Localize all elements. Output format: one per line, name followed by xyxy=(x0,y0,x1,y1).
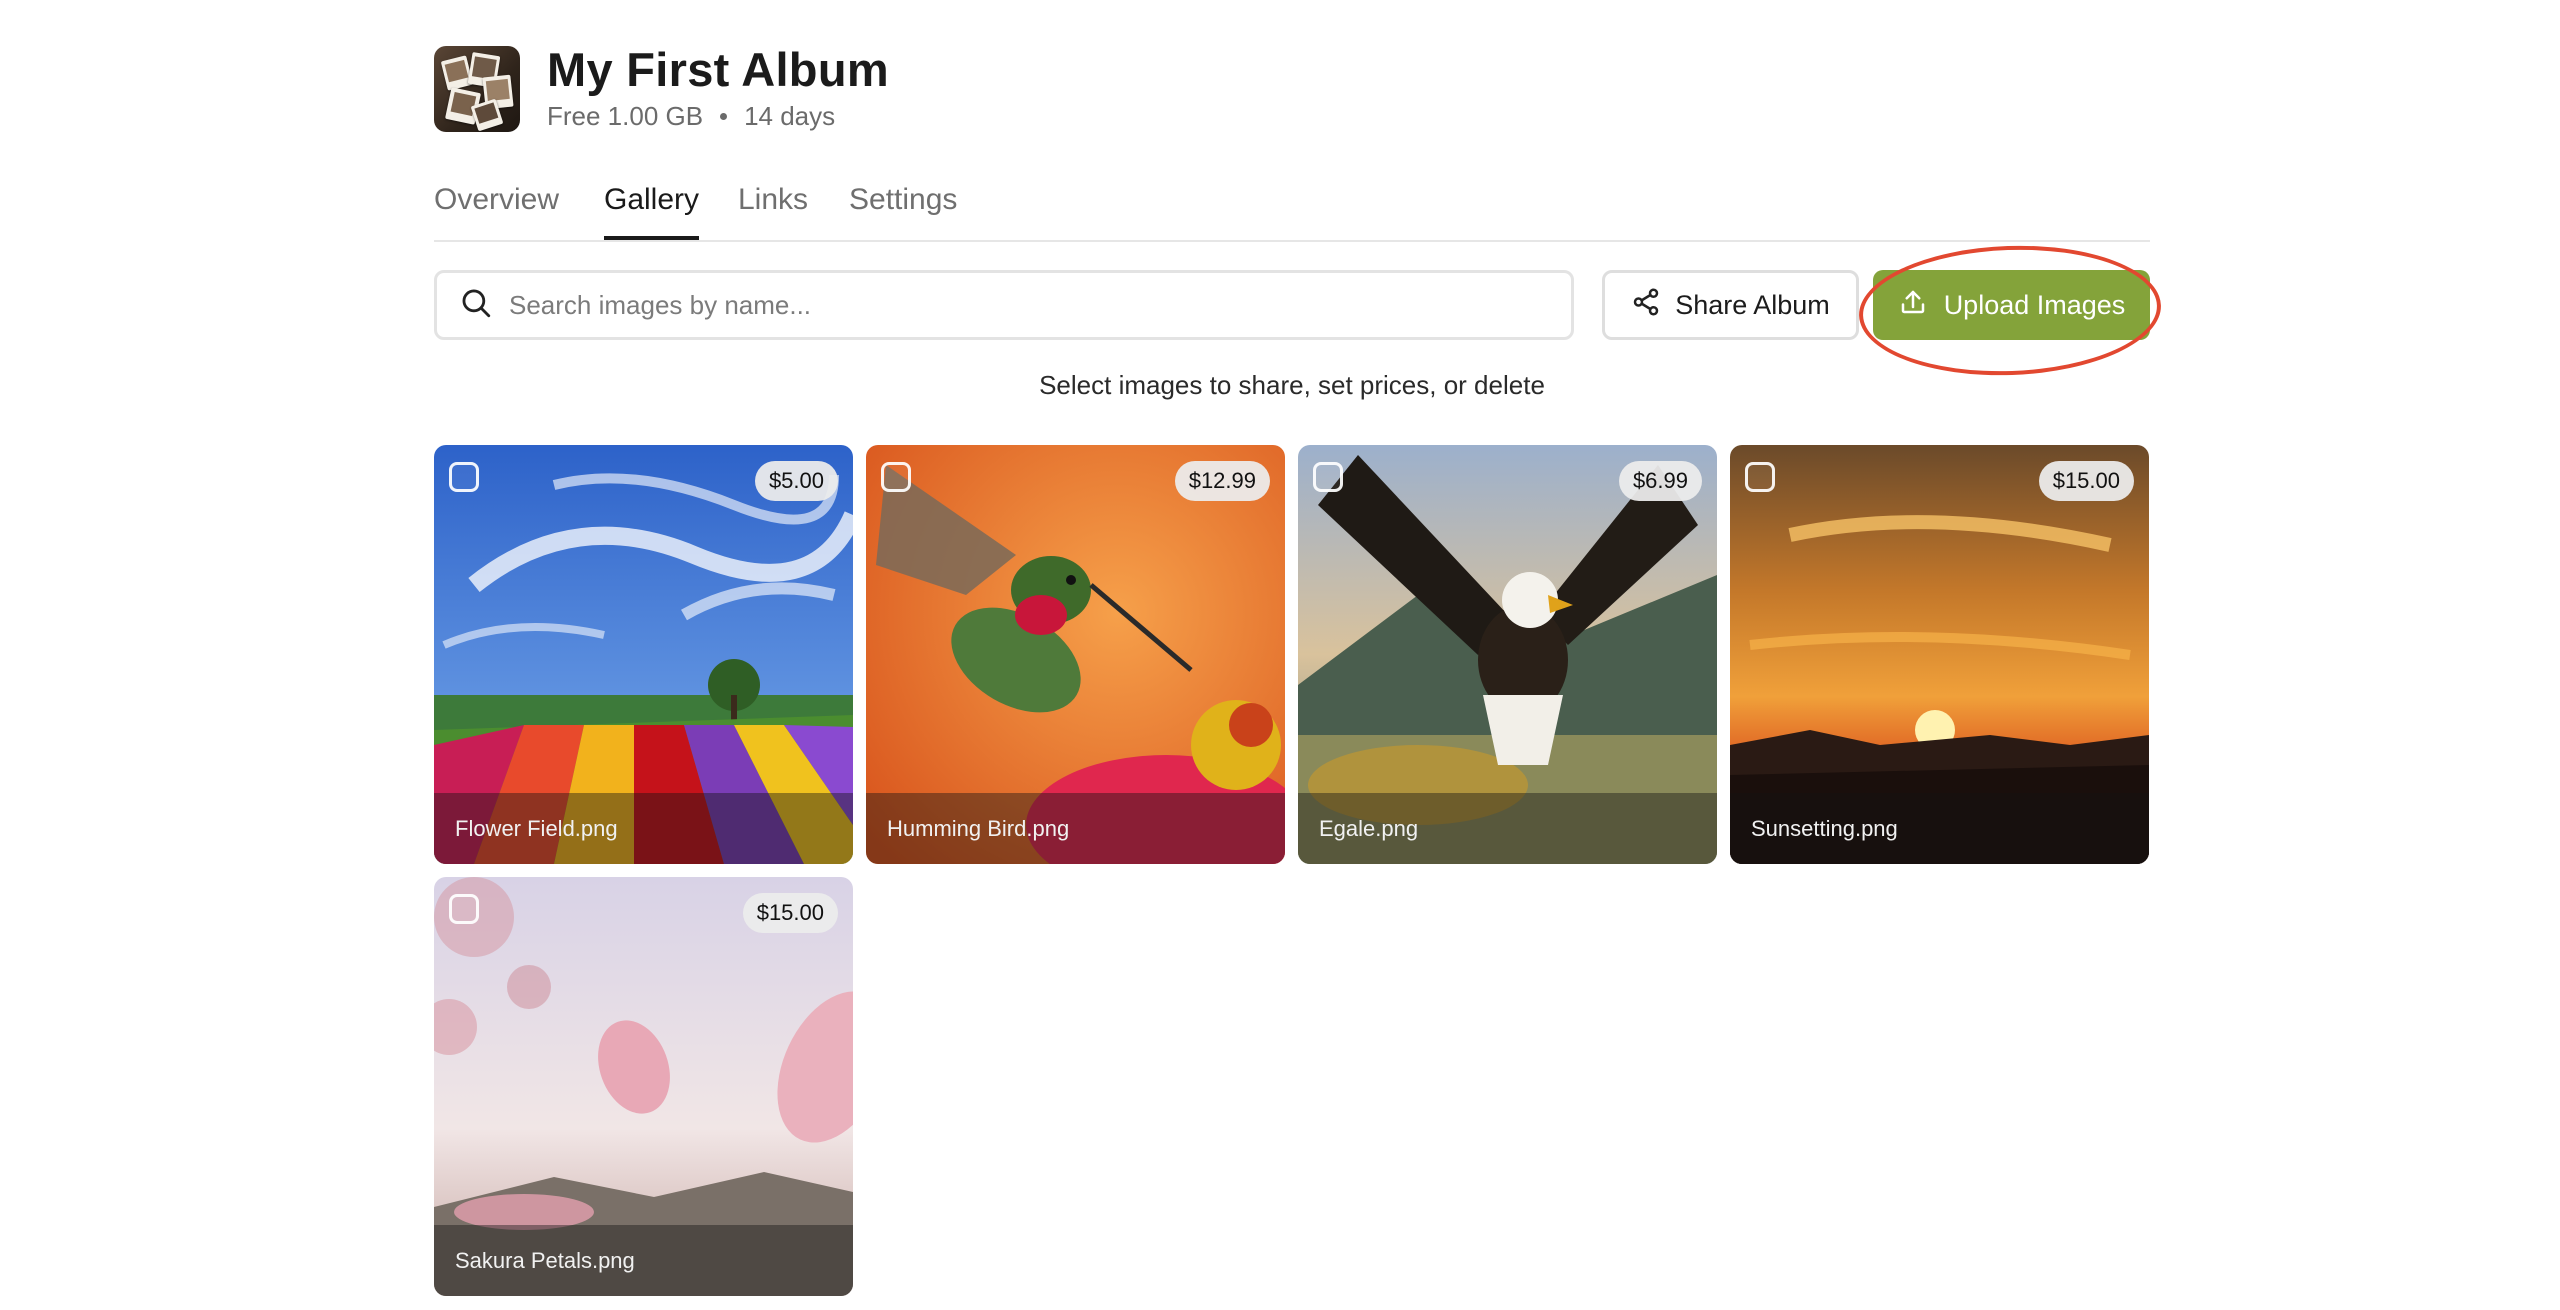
select-checkbox[interactable] xyxy=(1745,462,1775,492)
image-card-humming-bird[interactable]: $12.99 Humming Bird.png xyxy=(866,445,1285,864)
search-input[interactable] xyxy=(507,288,1511,322)
price-badge[interactable]: $12.99 xyxy=(1174,461,1270,501)
image-name: Humming Bird.png xyxy=(866,793,1285,864)
price-badge[interactable]: $15.00 xyxy=(2038,461,2134,501)
image-name: Egale.png xyxy=(1298,793,1717,864)
share-album-label: Share Album xyxy=(1675,289,1830,320)
album-tabs: Overview Gallery Links Settings xyxy=(434,183,2150,242)
separator-dot xyxy=(720,113,728,120)
price-badge[interactable]: $15.00 xyxy=(742,893,838,933)
image-name: Flower Field.png xyxy=(434,793,853,864)
image-card-flower-field[interactable]: $5.00 Flower Field.png xyxy=(434,445,853,864)
tab-links[interactable]: Links xyxy=(738,183,808,240)
image-card-sakura-petals[interactable]: $15.00 Sakura Petals.png xyxy=(434,877,853,1296)
selection-hint: Select images to share, set prices, or d… xyxy=(1039,370,1545,400)
upload-images-button[interactable]: Upload Images xyxy=(1873,270,2150,340)
album-duration: 14 days xyxy=(744,101,836,131)
image-name: Sunsetting.png xyxy=(1730,793,2149,864)
select-checkbox[interactable] xyxy=(449,462,479,492)
price-badge[interactable]: $5.00 xyxy=(754,461,838,501)
album-thumbnail xyxy=(434,46,520,132)
share-icon xyxy=(1631,287,1661,324)
search-icon xyxy=(459,286,493,325)
upload-images-label: Upload Images xyxy=(1943,289,2126,320)
share-album-button[interactable]: Share Album xyxy=(1602,270,1859,340)
select-checkbox[interactable] xyxy=(1313,462,1343,492)
price-badge[interactable]: $6.99 xyxy=(1618,461,1702,501)
tab-overview[interactable]: Overview xyxy=(434,183,559,240)
search-box[interactable] xyxy=(434,270,1574,340)
tab-settings[interactable]: Settings xyxy=(849,183,957,240)
select-checkbox[interactable] xyxy=(881,462,911,492)
upload-icon xyxy=(1898,287,1928,324)
select-checkbox[interactable] xyxy=(449,894,479,924)
album-title: My First Album xyxy=(547,43,889,96)
album-plan: Free 1.00 GB xyxy=(547,101,704,131)
image-name: Sakura Petals.png xyxy=(434,1225,853,1296)
image-card-sunsetting[interactable]: $15.00 Sunsetting.png xyxy=(1730,445,2149,864)
image-card-egale[interactable]: $6.99 Egale.png xyxy=(1298,445,1717,864)
tab-gallery[interactable]: Gallery xyxy=(604,183,700,240)
album-meta: Free 1.00 GB 14 days xyxy=(547,101,835,132)
